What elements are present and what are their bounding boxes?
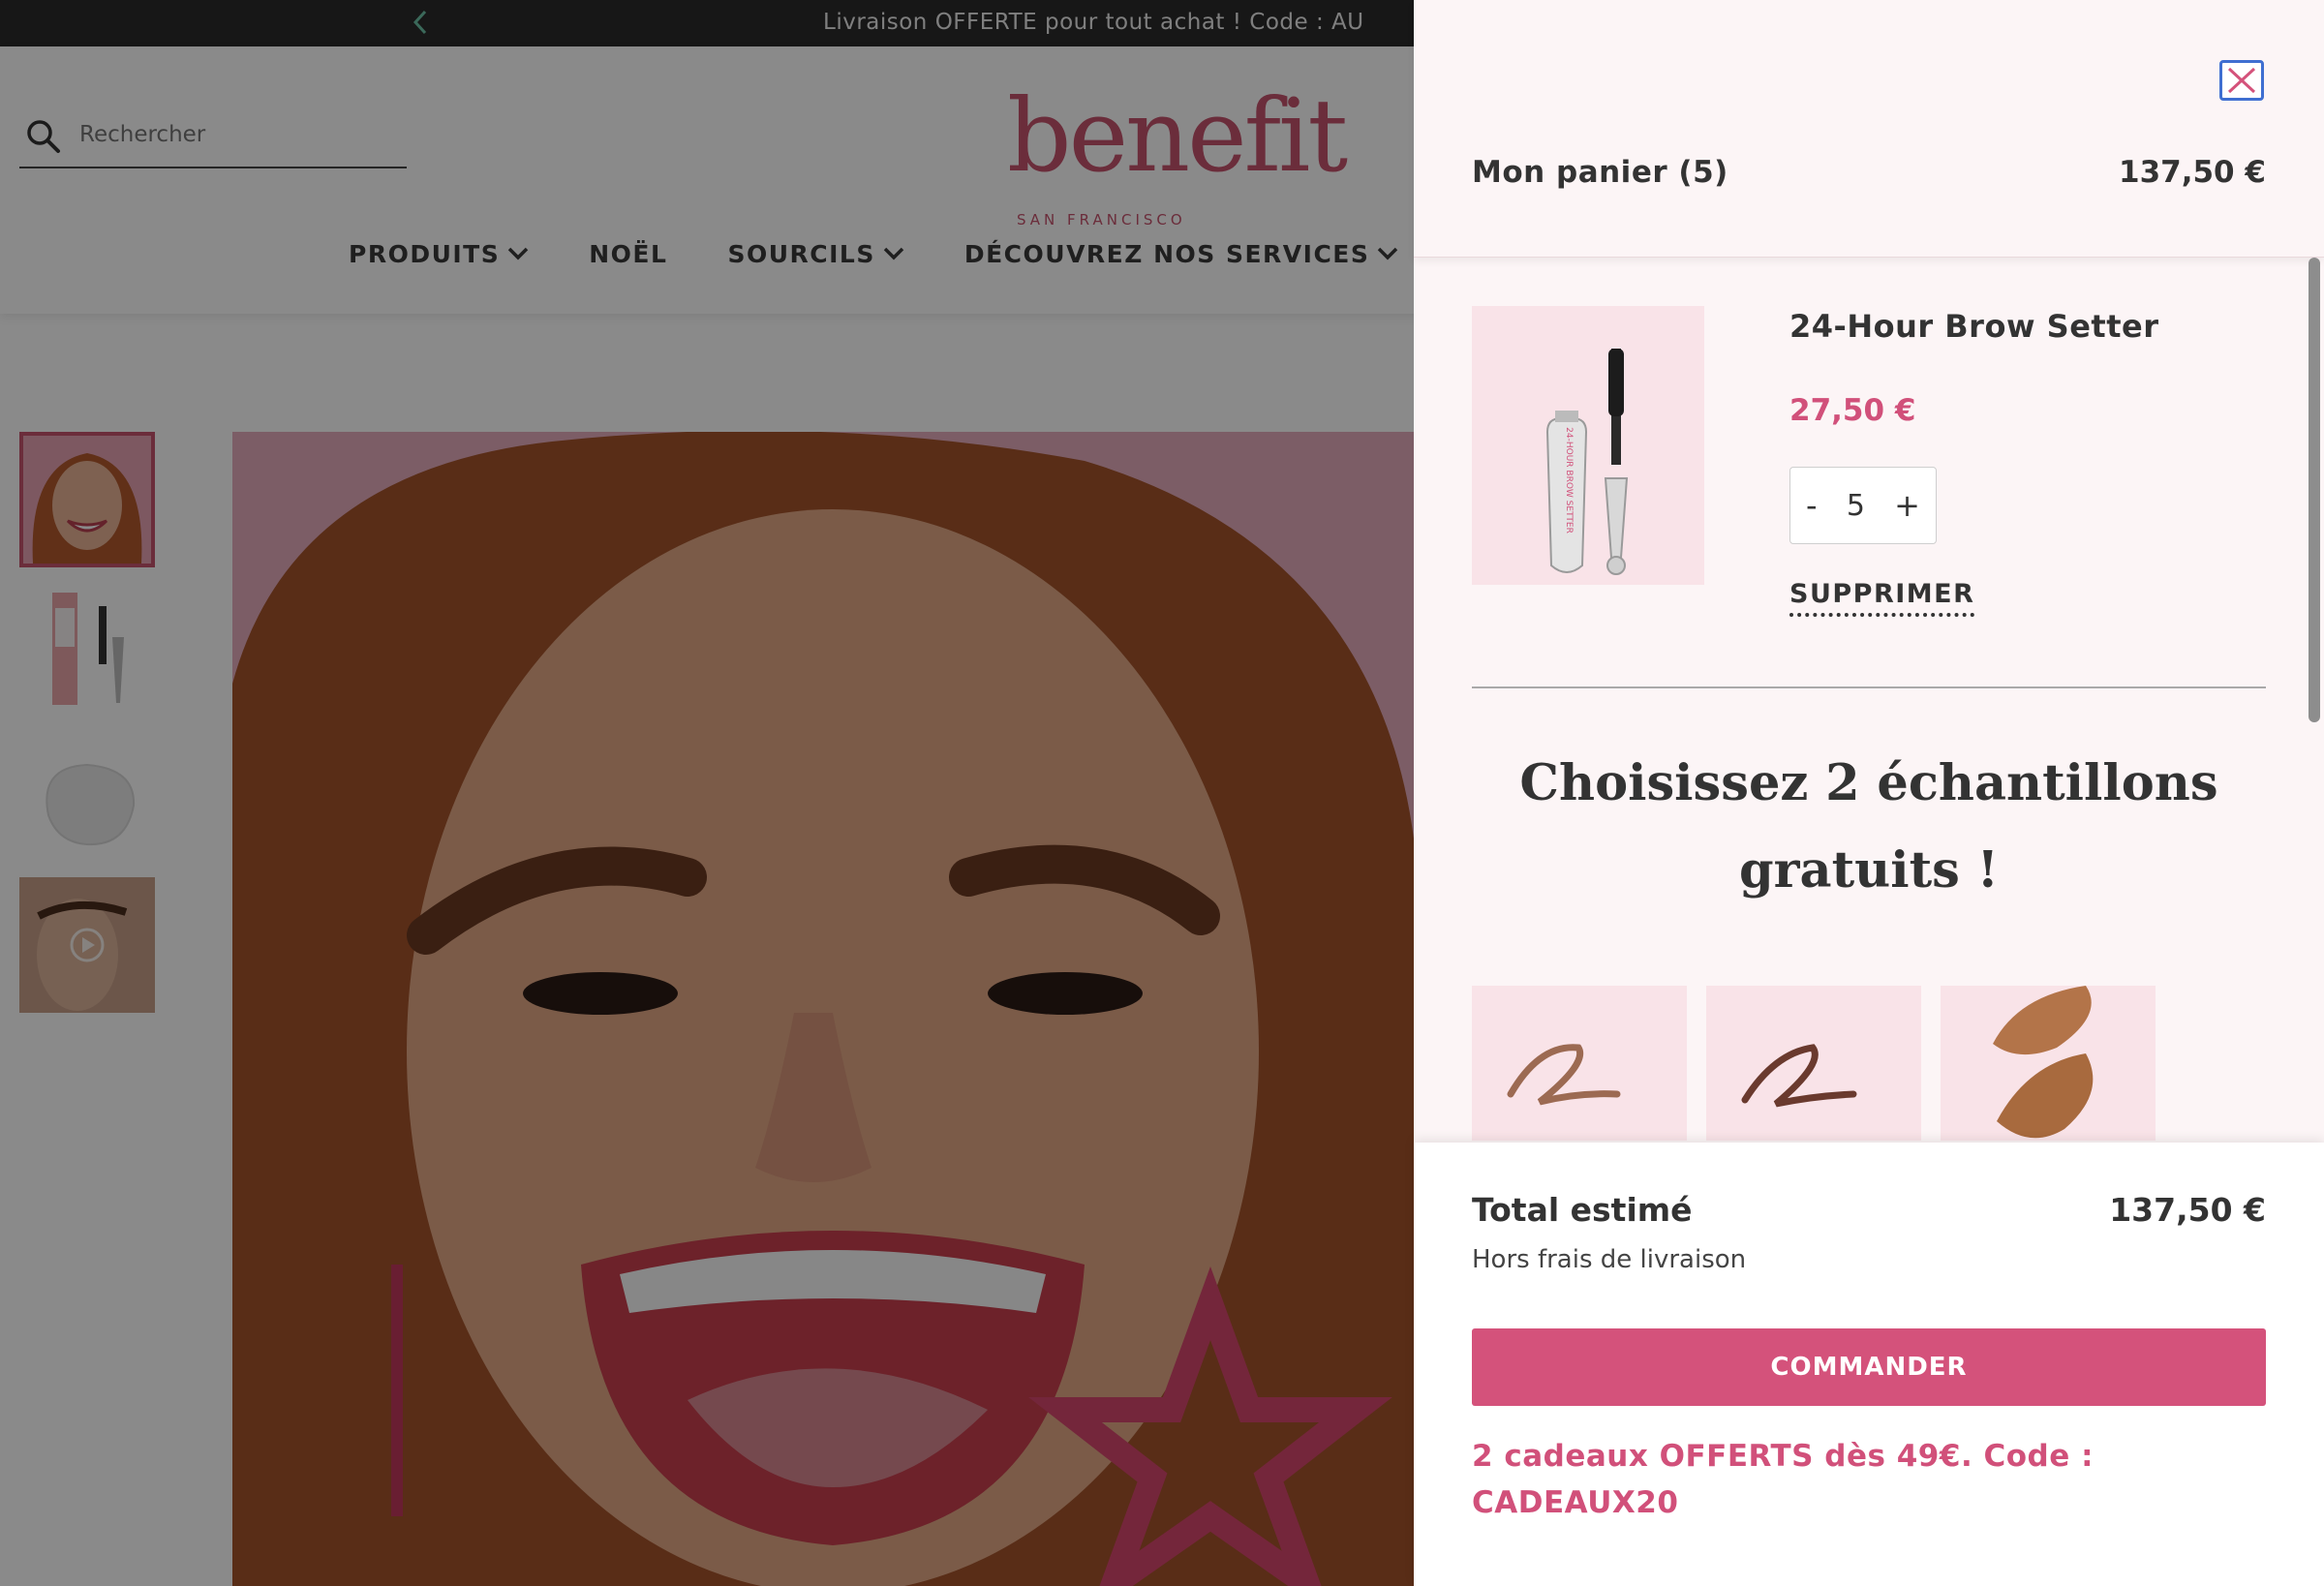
samples-heading: Choisissez 2 échantillons gratuits ! [1519,754,2218,900]
checkout-button[interactable]: COMMANDER [1472,1328,2266,1406]
close-icon [2227,67,2256,94]
shipping-note: Hors frais de livraison [1472,1245,1747,1274]
close-button[interactable] [2219,60,2264,101]
increase-quantity-button[interactable]: + [1894,487,1920,524]
cart-item-image[interactable]: 24-HOUR BROW SETTER [1472,306,1704,585]
remove-item-link[interactable]: SUPPRIMER [1789,579,1975,617]
modal-backdrop[interactable] [0,0,1414,1586]
sample-option[interactable] [1941,986,2156,1141]
cart-header: Mon panier (5) 137,50 € [1414,0,2324,258]
sample-option[interactable] [1706,986,1921,1141]
promo-message: 2 cadeaux OFFERTS dès 49€. Code : CADEAU… [1472,1439,2094,1520]
estimated-total-value: 137,50 € [2109,1191,2266,1229]
divider [1472,686,2266,688]
quantity-value[interactable]: 5 [1847,489,1865,523]
drawer-scrollbar[interactable] [2309,258,2320,722]
quantity-stepper: - 5 + [1789,467,1937,544]
cart-subtotal: 137,50 € [2119,155,2266,190]
estimated-total-label: Total estimé [1472,1191,1693,1229]
cart-footer: Total estimé 137,50 € Hors frais de livr… [1414,1143,2324,1586]
decrease-quantity-button[interactable]: - [1806,487,1818,524]
sample-option[interactable] [1472,986,1687,1141]
product-pack-text: 24-HOUR BROW SETTER [1564,427,1574,534]
cart-item-name[interactable]: 24-Hour Brow Setter [1789,308,2158,345]
cart-item-price: 27,50 € [1789,393,1916,428]
cart-drawer: Mon panier (5) 137,50 € 24-HOUR BROW SET… [1414,0,2324,1586]
cart-title: Mon panier (5) [1472,155,1728,190]
